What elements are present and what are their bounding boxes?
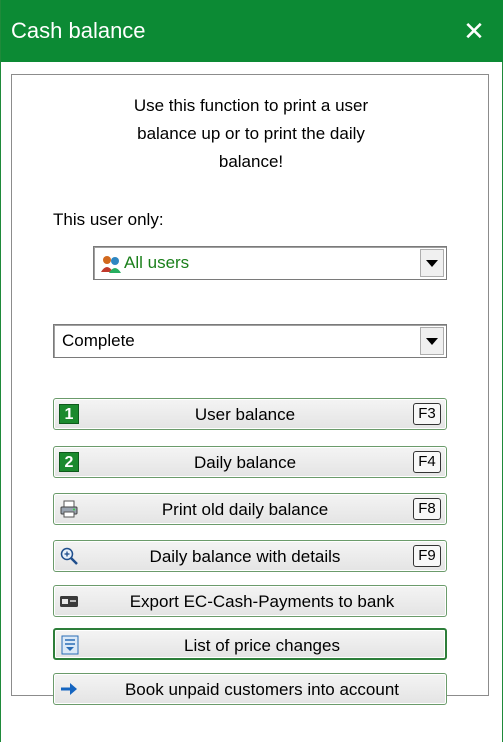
title-bar[interactable]: Cash balance ✕ xyxy=(1,0,503,62)
book-unpaid-customers-button[interactable]: Book unpaid customers into account xyxy=(53,673,447,705)
list-icon xyxy=(60,635,80,655)
user-select[interactable]: All users xyxy=(93,246,447,280)
arrow-right-icon xyxy=(59,679,79,699)
chevron-down-icon[interactable] xyxy=(420,249,444,277)
window-title: Cash balance xyxy=(11,18,146,43)
button-label: Daily balance with details xyxy=(149,547,341,566)
user-filter-label: This user only: xyxy=(53,210,164,229)
list-price-changes-button[interactable]: List of price changes xyxy=(53,628,447,660)
card-icon xyxy=(59,591,79,611)
number-2-icon: 2 xyxy=(59,452,79,472)
user-balance-button[interactable]: 1 User balance F3 xyxy=(53,398,447,430)
button-label: Book unpaid customers into account xyxy=(124,680,400,699)
users-icon xyxy=(100,254,122,274)
daily-balance-button[interactable]: 2 Daily balance F4 xyxy=(53,446,447,478)
description-text: Use this function to print a user balanc… xyxy=(133,96,369,171)
magnifier-icon xyxy=(59,546,79,566)
printer-icon xyxy=(59,499,79,519)
button-label: Daily balance xyxy=(193,453,297,472)
cash-balance-window: Cash balance ✕ Use this function to prin… xyxy=(0,0,503,742)
close-icon[interactable]: ✕ xyxy=(444,0,503,62)
shortcut-key: F8 xyxy=(413,498,441,520)
mode-select-value: Complete xyxy=(62,331,135,350)
user-select-value: All users xyxy=(124,253,190,272)
export-ec-cash-button[interactable]: Export EC-Cash-Payments to bank xyxy=(53,585,447,617)
chevron-down-icon[interactable] xyxy=(420,327,444,355)
shortcut-key: F9 xyxy=(413,545,441,567)
mode-select[interactable]: Complete xyxy=(53,324,447,358)
button-label: Export EC-Cash-Payments to bank xyxy=(129,592,395,611)
daily-balance-details-button[interactable]: Daily balance with details F9 xyxy=(53,540,447,572)
print-old-daily-balance-button[interactable]: Print old daily balance F8 xyxy=(53,493,447,525)
button-label: List of price changes xyxy=(184,636,340,655)
shortcut-key: F4 xyxy=(413,451,441,473)
button-label: User balance xyxy=(194,405,296,424)
button-label: Print old daily balance xyxy=(161,500,329,519)
shortcut-key: F3 xyxy=(413,403,441,425)
number-1-icon: 1 xyxy=(59,404,79,424)
